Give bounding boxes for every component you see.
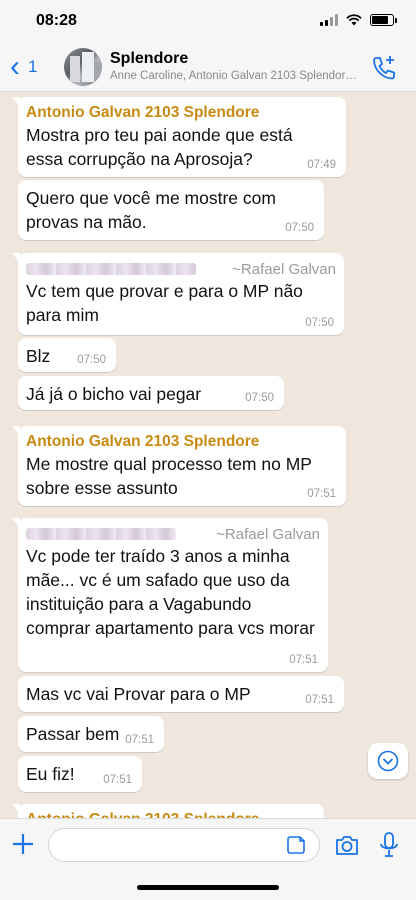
chevron-down-icon [377,750,399,772]
status-bar: 08:28 [0,0,416,44]
message-time: 07:49 [307,159,336,171]
message-time: 07:51 [103,774,132,786]
battery-icon [370,14,397,26]
microphone-icon[interactable] [378,831,400,859]
home-indicator [137,885,279,890]
camera-icon[interactable] [334,833,360,857]
chat-header: ‹ 1 Splendore Anne Caroline, Antonio Gal… [0,44,416,92]
message-input[interactable] [48,828,320,862]
wifi-icon [346,14,362,26]
chevron-left-icon: ‹ [10,50,20,83]
sender-handle: ~Rafael Galvan [216,525,320,543]
message-bubble[interactable]: ~Rafael Galvan Vc tem que provar e para … [12,253,344,335]
message-text: Vc pode ter traído 3 anos a minha mãe...… [26,546,315,638]
message-bubble[interactable]: Eu fiz! 07:51 [18,756,142,792]
back-button[interactable]: ‹ 1 [10,52,37,82]
blurred-phone-number [26,263,196,275]
message-bubble[interactable]: Antonio Galvan 2103 Splendore Me mostre … [12,426,346,506]
quoted-sender-row: ~Rafael Galvan [26,259,336,279]
quoted-sender-row: ~Rafael Galvan [26,524,320,544]
message-bubble[interactable]: Blz 07:50 [18,338,116,372]
message-bubble[interactable]: Mas vc vai Provar para o MP 07:51 [18,676,344,712]
message-text: Vc tem que provar e para o MP não para m… [26,281,303,325]
message-text: Quero que você me mostre com provas na m… [26,188,276,232]
status-icons [320,14,397,26]
unread-count: 1 [28,57,38,76]
message-bubble[interactable]: Antonio Galvan 2103 Splendore Mostra pro… [12,97,346,177]
plus-icon[interactable] [10,831,36,857]
blurred-phone-number [26,528,176,540]
chat-area[interactable]: Antonio Galvan 2103 Splendore Mostra pro… [0,92,416,818]
message-time: 07:50 [245,392,274,404]
message-text: Mas vc vai Provar para o MP [26,684,251,704]
message-bubble[interactable]: Quero que você me mostre com provas na m… [18,180,324,240]
message-time: 07:51 [305,694,334,706]
message-bubble[interactable]: Antonio Galvan 2103 Splendore [12,804,324,818]
sender-name: Antonio Galvan 2103 Splendore [26,104,260,121]
message-time: 07:51 [307,488,336,500]
group-title[interactable]: Splendore [110,50,188,68]
group-avatar[interactable] [64,48,102,86]
group-participants[interactable]: Anne Caroline, Antonio Galvan 2103 Splen… [110,70,360,82]
sticker-icon[interactable] [286,835,306,855]
message-time: 07:50 [305,317,334,329]
message-bubble[interactable]: Já já o bicho vai pegar 07:50 [18,376,284,410]
message-text: Já já o bicho vai pegar [26,384,202,404]
sender-name: Antonio Galvan 2103 Splendore [26,433,260,450]
message-time: 07:51 [125,734,154,746]
message-time: 07:51 [289,654,318,666]
phone-plus-icon[interactable] [370,54,398,82]
message-bubble[interactable]: ~Rafael Galvan Vc pode ter traído 3 anos… [12,518,328,672]
composer-bar [0,818,416,900]
message-time: 07:50 [285,222,314,234]
scroll-down-button[interactable] [368,743,408,779]
message-bubble[interactable]: Passar bem 07:51 [18,716,164,752]
status-time: 08:28 [36,12,77,29]
sender-handle: ~Rafael Galvan [232,260,336,278]
message-text: Me mostre qual processo tem no MP sobre … [26,454,312,498]
sender-name: Antonio Galvan 2103 Splendore [26,810,316,818]
message-text: Mostra pro teu pai aonde que está essa c… [26,125,293,169]
message-time: 07:50 [77,354,106,366]
signal-icon [320,14,338,26]
